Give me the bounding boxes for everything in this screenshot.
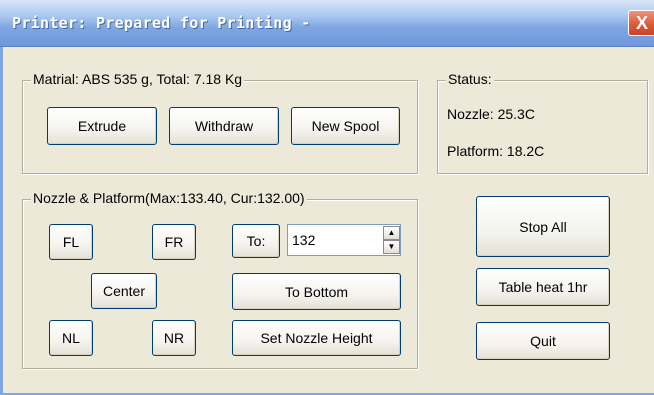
quit-button[interactable]: Quit <box>476 322 610 360</box>
nozzle-platform-legend: Nozzle & Platform(Max:133.40, Cur:132.00… <box>31 190 307 206</box>
center-button[interactable]: Center <box>91 273 157 309</box>
new-spool-button[interactable]: New Spool <box>291 107 400 145</box>
close-icon[interactable]: X <box>628 10 654 36</box>
material-legend: Matrial: ABS 535 g, Total: 7.18 Kg <box>31 71 245 87</box>
window-title: Printer: Prepared for Printing - <box>12 14 311 32</box>
nozzle-temperature: Nozzle: 25.3C <box>447 106 535 122</box>
status-legend: Status: <box>446 71 494 87</box>
nozzle-height-stepper[interactable]: ▲ ▼ <box>287 224 401 256</box>
fr-button[interactable]: FR <box>152 224 196 260</box>
title-bar[interactable]: Printer: Prepared for Printing - X <box>0 0 654 47</box>
fl-button[interactable]: FL <box>49 224 93 260</box>
to-bottom-button[interactable]: To Bottom <box>232 273 401 310</box>
withdraw-button[interactable]: Withdraw <box>169 107 279 145</box>
extrude-button[interactable]: Extrude <box>47 107 157 145</box>
spin-down-arrow-icon[interactable]: ▼ <box>383 240 400 254</box>
status-group: Status: <box>437 71 648 174</box>
spin-up-arrow-icon[interactable]: ▲ <box>383 226 400 240</box>
to-button[interactable]: To: <box>232 224 280 258</box>
table-heat-button[interactable]: Table heat 1hr <box>476 268 610 306</box>
set-nozzle-height-button[interactable]: Set Nozzle Height <box>232 320 401 356</box>
platform-temperature: Platform: 18.2C <box>447 143 545 159</box>
nozzle-height-input[interactable] <box>292 229 372 251</box>
nl-button[interactable]: NL <box>49 320 93 356</box>
stop-all-button[interactable]: Stop All <box>476 196 610 257</box>
nr-button[interactable]: NR <box>152 320 196 356</box>
printer-dialog: Printer: Prepared for Printing - X Matri… <box>0 0 654 395</box>
